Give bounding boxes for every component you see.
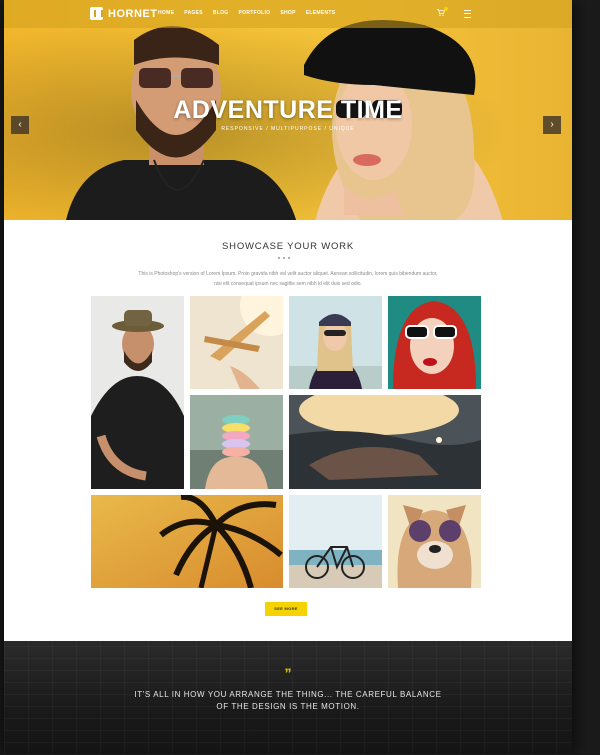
portfolio-item-bike-rider[interactable] — [289, 395, 481, 489]
hero-slider: HORNET HOME PAGES BLOG PORTFOLIO SHOP EL… — [4, 0, 572, 220]
portfolio-item-dog-glasses[interactable] — [388, 495, 481, 588]
logo-text: HORNET — [108, 7, 158, 20]
portfolio-item-girl-cap[interactable] — [289, 296, 382, 389]
hero-subtitle: RESPONSIVE / MULTIPURPOSE / UNIQUE — [221, 126, 355, 132]
nav-item-shop[interactable]: SHOP — [280, 10, 295, 16]
section-intro: This is Photoshop's version of Lorem Ips… — [138, 271, 438, 287]
nav-item-blog[interactable]: BLOG — [213, 10, 229, 16]
top-navigation: HORNET HOME PAGES BLOG PORTFOLIO SHOP EL… — [4, 0, 572, 28]
slider-next-arrow-icon[interactable]: › — [543, 116, 561, 134]
hero-title: ADVENTURE TIME — [173, 96, 403, 124]
hamburger-menu-icon[interactable] — [464, 10, 471, 18]
logo-icon — [90, 7, 103, 20]
slider-prev-arrow-icon[interactable]: ‹ — [11, 116, 29, 134]
nav-item-home[interactable]: HOME — [158, 10, 174, 16]
portfolio-item-macarons[interactable] — [190, 395, 283, 489]
see-more-button[interactable]: SEE MORE — [265, 602, 307, 616]
cart-badge — [444, 7, 448, 11]
portfolio-item-bicycle[interactable] — [289, 495, 382, 588]
logo[interactable]: HORNET — [90, 7, 157, 20]
quote-icon: ” — [284, 665, 292, 681]
page: HORNET HOME PAGES BLOG PORTFOLIO SHOP EL… — [4, 0, 572, 755]
portfolio-item-red-hair[interactable] — [388, 296, 481, 389]
quote-text: IT'S ALL IN HOW YOU ARRANGE THE THING...… — [134, 690, 442, 711]
portfolio-item-palm-tree[interactable] — [91, 495, 283, 588]
nav-item-elements[interactable]: ELEMENTS — [306, 10, 336, 16]
portfolio-item-man-hat[interactable] — [91, 296, 184, 489]
nav-item-pages[interactable]: PAGES — [184, 10, 203, 16]
portfolio-item-paper-plane[interactable] — [190, 296, 283, 389]
title-divider-dots — [278, 257, 290, 259]
section-title: SHOWCASE YOUR WORK — [222, 241, 354, 252]
main-menu: HOME PAGES BLOG PORTFOLIO SHOP ELEMENTS — [158, 10, 335, 16]
nav-item-portfolio[interactable]: PORTFOLIO — [239, 10, 271, 16]
